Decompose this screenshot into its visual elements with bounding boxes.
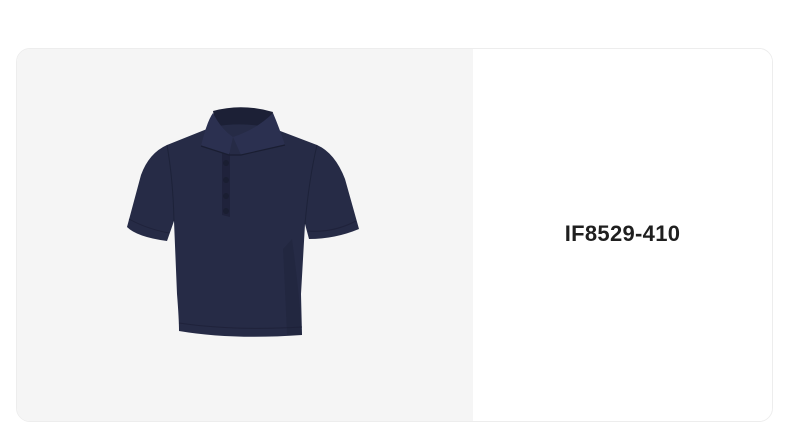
shirt-button	[223, 177, 229, 183]
product-code: IF8529-410	[564, 221, 681, 246]
product-card: IF8529-410	[16, 48, 773, 422]
product-image-pane	[17, 49, 473, 421]
shirt-button	[223, 208, 229, 214]
shirt-button	[223, 193, 229, 199]
shirt-button	[223, 160, 229, 166]
polo-shirt-icon	[127, 107, 359, 337]
product-info-pane: IF8529-410	[473, 49, 772, 421]
